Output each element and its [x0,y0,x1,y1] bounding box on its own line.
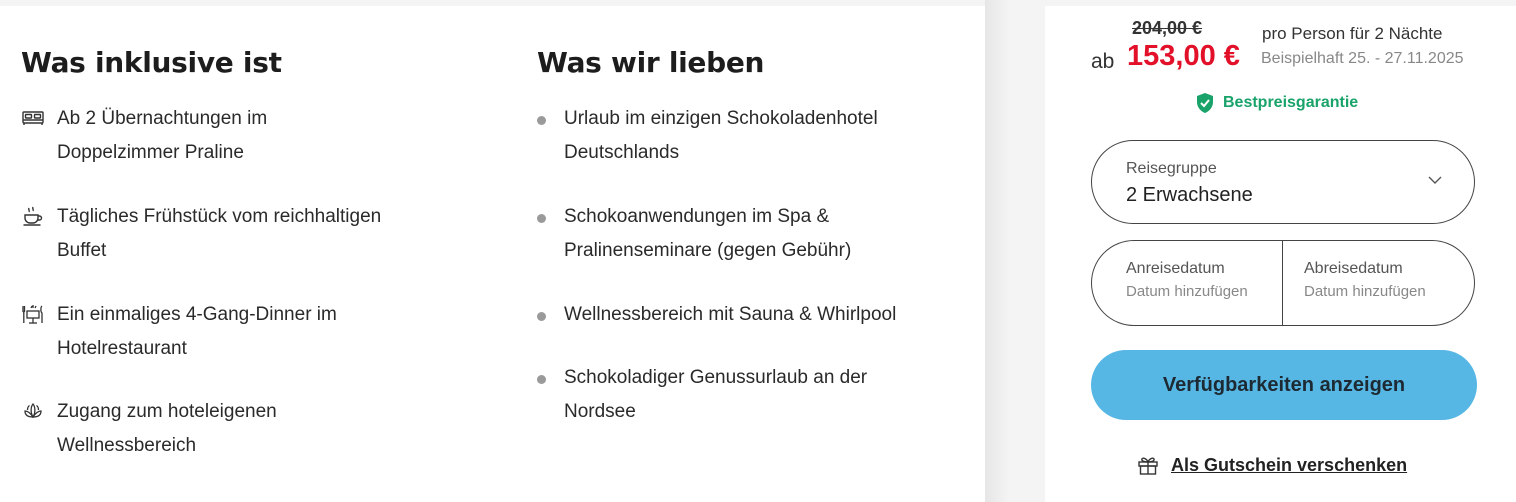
arrival-date-field[interactable]: Anreisedatum Datum hinzufügen [1092,241,1282,325]
inclusive-item-line: Ab 2 Übernachtungen im [57,108,268,129]
bullet-dot-icon [537,312,546,321]
coffee-cup-icon [21,204,45,228]
arrival-date-placeholder: Datum hinzufügen [1126,283,1248,300]
booking-card: 204,00 € ab 153,00 € pro Person für 2 Nä… [1045,6,1516,502]
departure-date-placeholder: Datum hinzufügen [1304,283,1426,300]
travel-group-select[interactable]: Reisegruppe 2 Erwachsene [1091,140,1475,224]
lotus-icon [21,399,45,423]
inclusive-item-line: Tägliches Frühstück vom reichhaltigen [57,206,382,227]
chevron-down-icon [1428,175,1442,185]
bullet-dot-icon [537,375,546,384]
travel-group-label: Reisegruppe [1126,160,1217,177]
departure-date-label: Abreisedatum [1304,260,1403,277]
inclusive-title: Was inklusive ist [21,46,282,79]
highlight-item-line: Schokoladiger Genussurlaub an der [564,367,868,388]
bed-icon [21,106,45,130]
inclusive-item-line: Doppelzimmer Praline [57,142,244,163]
highlight-item-line: Wellnessbereich mit Sauna & Whirlpool [564,304,897,325]
old-price: 204,00 € [1132,18,1203,38]
inclusive-item-line: Wellnessbereich [57,435,197,456]
inclusive-item-line: Zugang zum hoteleigenen [57,401,277,422]
highlight-item-line: Schokoanwendungen im Spa & [564,206,830,227]
price-unit: pro Person für 2 Nächte [1262,24,1443,43]
inclusive-item-line: Buffet [57,240,107,261]
highlights-title: Was wir lieben [537,46,765,79]
example-date: Beispielhaft 25. - 27.11.2025 [1261,50,1464,67]
inclusive-item-line: Ein einmaliges 4-Gang-Dinner im [57,304,337,325]
best-price-badge: Bestpreisgarantie [1195,92,1358,114]
package-details: Was inklusive ist Ab 2 Übernachtungen im… [0,6,985,502]
inclusive-item-line: Hotelrestaurant [57,338,187,359]
highlight-item-line: Pralinenseminare (gegen Gebühr) [564,240,852,261]
highlight-item-line: Deutschlands [564,142,680,163]
shield-check-icon [1197,93,1213,113]
arrival-date-label: Anreisedatum [1126,260,1225,277]
travel-group-value: 2 Erwachsene [1126,184,1253,206]
show-availability-button[interactable]: Verfügbarkeiten anzeigen [1091,350,1477,420]
bullet-dot-icon [537,214,546,223]
highlight-item-line: Urlaub im einzigen Schokoladenhotel [564,108,878,129]
panel-shadow [985,0,1045,502]
date-range-field: Anreisedatum Datum hinzufügen Abreisedat… [1091,240,1475,326]
best-price-label: Bestpreisgarantie [1223,94,1359,111]
dinner-icon [21,302,45,326]
highlight-item-line: Nordsee [564,401,636,422]
gift-voucher-link[interactable]: Als Gutschein verschenken [1137,454,1407,476]
gift-voucher-label: Als Gutschein verschenken [1171,454,1408,475]
price-prefix: ab [1091,50,1115,73]
bullet-dot-icon [537,116,546,125]
current-price: 153,00 € [1127,40,1240,72]
departure-date-field[interactable]: Abreisedatum Datum hinzufügen [1283,241,1474,325]
gift-icon [1138,457,1158,475]
